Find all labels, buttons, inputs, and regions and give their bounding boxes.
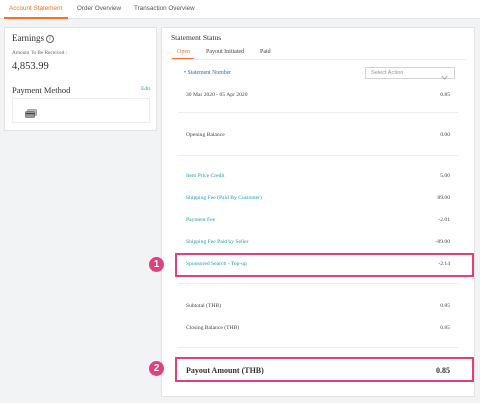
tab-open[interactable]: Open bbox=[177, 49, 190, 55]
earnings-title: Earnings i bbox=[12, 33, 54, 43]
subtotal-label: Subtotal (THB) bbox=[186, 303, 221, 309]
annotation-badge-1: 1 bbox=[149, 257, 164, 272]
earnings-amount: 4,853.99 bbox=[12, 61, 49, 72]
payment-method-box[interactable] bbox=[12, 98, 150, 123]
payment-fee-value: -2.01 bbox=[438, 217, 450, 223]
earnings-title-text: Earnings bbox=[12, 33, 44, 43]
statement-period-value: 0.85 bbox=[440, 92, 450, 98]
shipping-fee-customer-link[interactable]: Shipping Fee (Paid By Customer) bbox=[186, 195, 262, 201]
earnings-card: Earnings i Amount To Be Received : 4,853.… bbox=[4, 27, 157, 131]
tab-payout-initiated[interactable]: Payout Initiated bbox=[206, 49, 244, 55]
tab-order-overview[interactable]: Order Overview bbox=[77, 5, 121, 12]
divider bbox=[178, 347, 458, 348]
credit-card-icon bbox=[25, 106, 37, 124]
statement-status-card: Statement Status Open Payout Initiated P… bbox=[161, 27, 475, 397]
shipping-fee-customer-value: 89.00 bbox=[437, 195, 450, 201]
statement-number-label: • Statement Number bbox=[184, 70, 232, 76]
select-action-dropdown[interactable]: Select Action bbox=[365, 67, 455, 80]
sponsored-search-value: -2.14 bbox=[438, 261, 450, 267]
info-icon[interactable]: i bbox=[46, 35, 54, 43]
item-price-credit-value: 5.00 bbox=[440, 173, 450, 179]
opening-balance-value: 0.00 bbox=[440, 132, 450, 138]
active-status-tab-indicator bbox=[172, 58, 194, 59]
tab-account-statement[interactable]: Account Statement bbox=[9, 5, 62, 12]
top-tab-bar: Account Statement Order Overview Transac… bbox=[0, 0, 480, 19]
tab-transaction-overview[interactable]: Transaction Overview bbox=[134, 5, 195, 12]
payout-amount-label: Payout Amount (THB) bbox=[186, 366, 264, 375]
closing-balance-label: Closing Balance (THB) bbox=[186, 325, 240, 331]
payout-amount-value: 0.85 bbox=[436, 366, 450, 375]
chevron-down-icon bbox=[440, 69, 449, 87]
divider bbox=[178, 112, 458, 113]
shipping-fee-seller-link[interactable]: Shipping Fee Paid by Seller bbox=[186, 239, 248, 245]
opening-balance-label: Opening Balance bbox=[186, 132, 225, 138]
annotation-badge-2: 2 bbox=[149, 361, 164, 376]
shipping-fee-seller-value: -89.00 bbox=[435, 239, 450, 245]
tab-paid[interactable]: Paid bbox=[260, 49, 271, 55]
payment-method-edit-link[interactable]: Edit bbox=[141, 86, 150, 92]
tabs-divider bbox=[171, 59, 466, 60]
payment-fee-link[interactable]: Payment Fee bbox=[186, 217, 215, 223]
item-price-credit-link[interactable]: Item Price Credit bbox=[186, 173, 225, 179]
select-action-placeholder: Select Action bbox=[371, 70, 404, 76]
divider bbox=[178, 155, 458, 156]
divider bbox=[178, 283, 458, 284]
active-tab-indicator bbox=[4, 17, 68, 19]
statement-period: 30 Mar 2020 - 05 Apr 2020 bbox=[186, 92, 248, 98]
payment-method-title: Payment Method bbox=[12, 85, 71, 95]
sponsored-search-link[interactable]: Sponsored Search - Top-up bbox=[186, 261, 247, 267]
closing-balance-value: 0.85 bbox=[440, 325, 450, 331]
statement-status-title: Statement Status bbox=[171, 33, 222, 42]
subtotal-value: 0.85 bbox=[440, 303, 450, 309]
amount-to-receive-label: Amount To Be Received : bbox=[12, 50, 68, 56]
